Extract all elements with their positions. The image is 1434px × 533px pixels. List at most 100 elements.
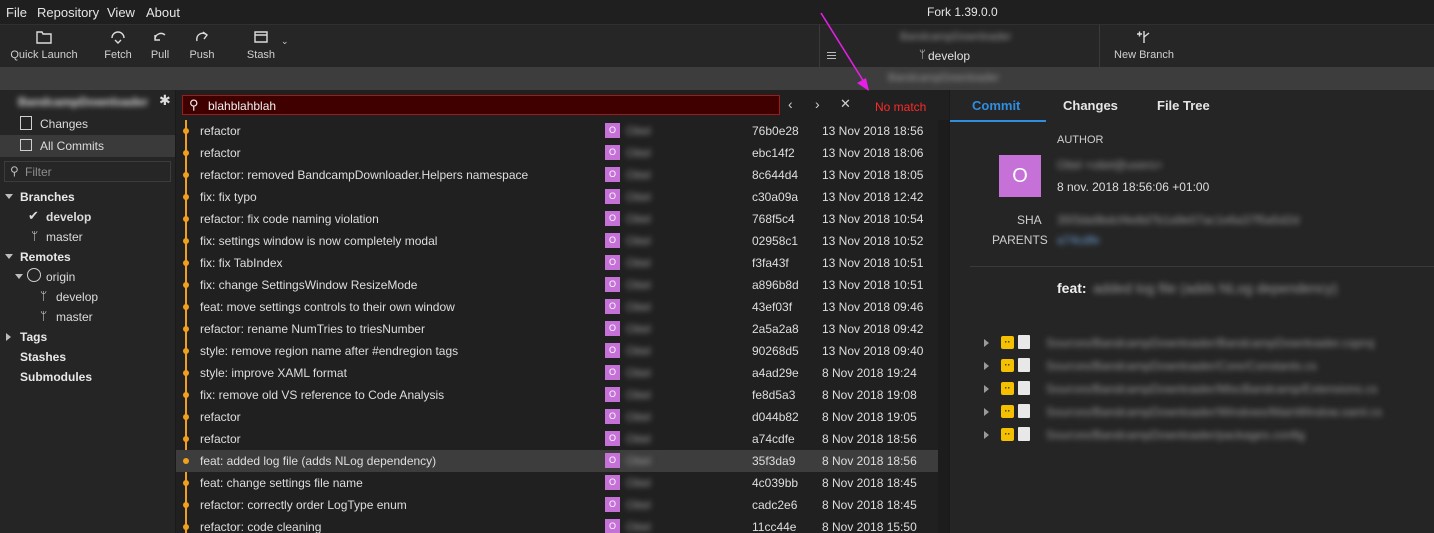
author-avatar: O: [605, 343, 620, 358]
settings-gear-icon[interactable]: ✱: [159, 92, 171, 109]
commit-author: Otiel: [626, 278, 651, 292]
changed-file-row[interactable]: ·· Sources/BandcampDownloader/packages.co…: [984, 426, 1424, 444]
commit-sha: 76b0e28: [752, 124, 799, 138]
commit-row[interactable]: fix: remove old VS reference to Code Ana…: [176, 384, 938, 406]
sidebar-item-all-commits[interactable]: All Commits: [0, 135, 175, 157]
author-avatar: O: [605, 123, 620, 138]
tab-commit[interactable]: Commit: [972, 98, 1020, 113]
remote-origin[interactable]: origin: [46, 270, 75, 284]
commit-list-scrollbar[interactable]: [938, 120, 949, 533]
commit-message: fix: settings window is now completely m…: [200, 234, 438, 248]
close-search-icon[interactable]: ✕: [840, 96, 851, 112]
menu-view[interactable]: View: [107, 5, 135, 20]
commit-row[interactable]: fix: settings window is now completely m…: [176, 230, 938, 252]
push-button[interactable]: Push: [188, 29, 216, 61]
menu-bar: File Repository View About Fork 1.39.0.0: [0, 0, 1434, 24]
filter-input[interactable]: ⚲ Filter: [4, 161, 171, 182]
repository-tab[interactable]: BandcampDownloader: [888, 72, 999, 84]
menu-about[interactable]: About: [146, 5, 180, 20]
menu-file[interactable]: File: [6, 5, 27, 20]
commit-message: refactor: [200, 410, 241, 424]
chevron-down-icon[interactable]: ⌄: [281, 36, 289, 47]
remotes-header[interactable]: Remotes: [20, 250, 71, 264]
remote-branch-master[interactable]: master: [56, 310, 93, 324]
commit-row[interactable]: fix: fix TabIndex O Otiel f3fa43f 13 Nov 201…: [176, 252, 938, 274]
pull-button[interactable]: Pull: [147, 29, 173, 61]
commit-author: Otiel: [626, 124, 651, 138]
commit-sha: 8c644d4: [752, 168, 799, 182]
parent-sha-link[interactable]: a74cdfe: [1057, 233, 1100, 247]
tab-changes[interactable]: Changes: [1063, 98, 1118, 113]
commit-row[interactable]: refactor: code cleaning O Otiel 11cc44e 8 No…: [176, 516, 938, 533]
author-avatar: O: [605, 365, 620, 380]
next-match-icon[interactable]: ›: [815, 96, 820, 112]
commit-row[interactable]: style: remove region name after #endregi…: [176, 340, 938, 362]
commit-date: 8 Nov 2018 18:56: [822, 432, 917, 446]
author-avatar: O: [605, 321, 620, 336]
tags-header[interactable]: Tags: [20, 330, 47, 344]
expand-icon[interactable]: [984, 408, 989, 416]
commit-row[interactable]: refactor: removed BandcampDownloader.Hel…: [176, 164, 938, 186]
changed-file-row[interactable]: ·· Sources/BandcampDownloader/MiscBandcam…: [984, 380, 1424, 398]
expand-icon[interactable]: [5, 194, 13, 199]
author-avatar: O: [605, 497, 620, 512]
commit-row[interactable]: refactor O Otiel 76b0e28 13 Nov 2018 18:56: [176, 120, 938, 142]
commit-row[interactable]: feat: change settings file name O Otiel 4c0…: [176, 472, 938, 494]
commit-row[interactable]: refactor O Otiel ebc14f2 13 Nov 2018 18:06: [176, 142, 938, 164]
remote-branch-develop[interactable]: develop: [56, 290, 98, 304]
search-input[interactable]: ⚲ blahblahblah: [182, 95, 780, 115]
expand-icon[interactable]: [15, 274, 23, 279]
expand-icon[interactable]: [984, 339, 989, 347]
commit-author: Otiel: [626, 454, 651, 468]
check-icon: ✔: [28, 208, 39, 223]
expand-icon[interactable]: [984, 362, 989, 370]
commit-author: Otiel: [626, 520, 651, 533]
commit-row[interactable]: refactor: correctly order LogType enum O O…: [176, 494, 938, 516]
commit-date: 8 Nov 2018 18:45: [822, 476, 917, 490]
changed-file-row[interactable]: ·· Sources/BandcampDownloader/BandcampDow…: [984, 334, 1424, 352]
new-branch-button[interactable]: New Branch: [1113, 29, 1175, 61]
commit-author: Otiel: [626, 256, 651, 270]
commit-row[interactable]: feat: added log file (adds NLog dependen…: [176, 450, 938, 472]
commit-row[interactable]: fix: fix typo O Otiel c30a09a 13 Nov 2018 12…: [176, 186, 938, 208]
stash-button[interactable]: Stash: [246, 29, 276, 61]
tab-file-tree[interactable]: File Tree: [1157, 98, 1210, 113]
commit-row[interactable]: refactor: fix code naming violation O Otie…: [176, 208, 938, 230]
commit-row[interactable]: refactor O Otiel d044b82 8 Nov 2018 19:05: [176, 406, 938, 428]
commit-row[interactable]: refactor O Otiel a74cdfe 8 Nov 2018 18:56: [176, 428, 938, 450]
commit-node: [183, 370, 189, 376]
commit-author: Otiel: [626, 410, 651, 424]
sha-value[interactable]: 35f3da9bdcf4e8d7b1a9e07ac1e6a37f5a5d2d: [1057, 213, 1299, 227]
commit-author: Otiel: [626, 190, 651, 204]
expand-icon[interactable]: [984, 385, 989, 393]
branch-master[interactable]: master: [46, 230, 83, 244]
expand-icon[interactable]: [984, 431, 989, 439]
changed-file-row[interactable]: ·· Sources/BandcampDownloader/Windows/Mai…: [984, 403, 1424, 421]
stashes-header[interactable]: Stashes: [20, 350, 66, 364]
previous-match-icon[interactable]: ‹: [788, 96, 793, 112]
commit-row[interactable]: feat: move settings controls to their ow…: [176, 296, 938, 318]
branch-develop[interactable]: develop: [46, 210, 91, 224]
menu-repository[interactable]: Repository: [37, 5, 99, 20]
commit-message: fix: fix TabIndex: [200, 256, 283, 270]
commit-row[interactable]: style: improve XAML format O Otiel a4ad29e 8…: [176, 362, 938, 384]
file-path: Sources/BandcampDownloader/Windows/MainW…: [1046, 405, 1383, 419]
fetch-button[interactable]: Fetch: [101, 29, 135, 61]
branches-header[interactable]: Branches: [20, 190, 75, 204]
expand-icon[interactable]: [6, 333, 11, 341]
commit-subject-prefix: feat:: [1057, 280, 1087, 296]
commit-message: refactor: [200, 432, 241, 446]
commit-message: refactor: correctly order LogType enum: [200, 498, 407, 512]
commit-message: refactor: removed BandcampDownloader.Hel…: [200, 168, 529, 182]
submodules-header[interactable]: Submodules: [20, 370, 92, 384]
commit-row[interactable]: fix: change SettingsWindow ResizeMode O Ot…: [176, 274, 938, 296]
stash-icon: [246, 29, 276, 47]
commit-date: 13 Nov 2018 12:42: [822, 190, 924, 204]
quick-launch-button[interactable]: Quick Launch: [10, 29, 78, 61]
expand-icon[interactable]: [5, 254, 13, 259]
commit-row[interactable]: refactor: rename NumTries to triesNumber…: [176, 318, 938, 340]
modified-badge-icon: ··: [1001, 405, 1014, 418]
changed-file-row[interactable]: ·· Sources/BandcampDownloader/Core/Consta…: [984, 357, 1424, 375]
sidebar-item-changes[interactable]: Changes: [0, 113, 175, 135]
repository-selector[interactable]: BandcampDownloader ᛘ develop: [819, 25, 1100, 68]
